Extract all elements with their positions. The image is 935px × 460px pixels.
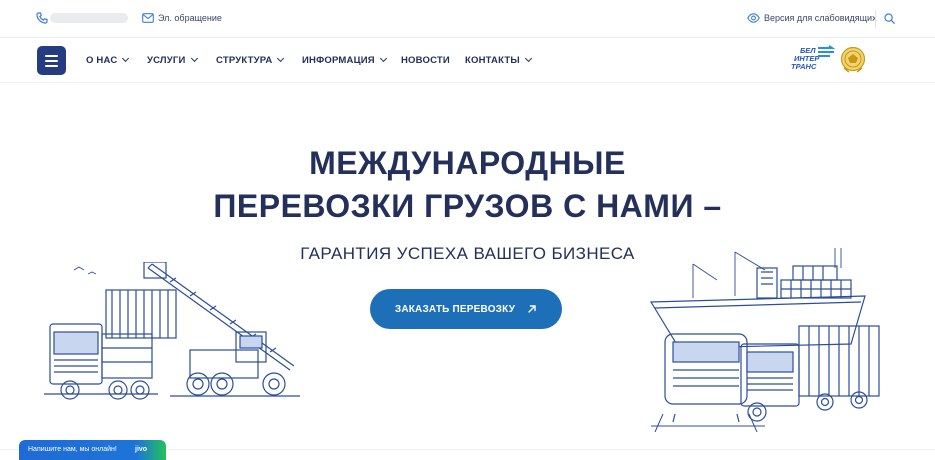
eye-icon [747,13,760,23]
top-bar: Эл. обращение Версия для слабовидящих [0,0,935,38]
email-appeal-link[interactable]: Эл. обращение [158,13,222,23]
nav-item-news[interactable]: НОВОСТИ [401,55,450,66]
online-chat-widget[interactable]: Напишите нам, мы онлайн! jivo [19,440,166,460]
ship-train-truck-illustration [649,248,880,432]
hero-section: МЕЖДУНАРОДНЫЕ ПЕРЕВОЗКИ ГРУЗОВ С НАМИ – … [0,84,935,450]
logo-arrows-icon [818,45,836,57]
main-navigation: О НАС УСЛУГИ СТРУКТУРА ИНФОРМАЦИЯ НОВОСТ… [0,38,935,83]
truck-crane-illustration [44,262,300,400]
nav-item-about[interactable]: О НАС [86,54,130,66]
nav-item-label: О НАС [86,55,118,66]
hero-title-line2: ПЕРЕВОЗКИ ГРУЗОВ С НАМИ – [213,188,722,224]
chevron-down-icon [277,54,285,63]
burger-menu-button[interactable] [37,46,66,75]
phone-number[interactable] [50,13,128,23]
nav-item-label: ИНФОРМАЦИЯ [302,55,375,66]
divider [875,10,876,28]
chat-label: Напишите нам, мы онлайн! [28,446,117,453]
cta-label: ЗАКАЗАТЬ ПЕРЕВОЗКУ [394,303,516,315]
nav-item-label: УСЛУГИ [147,55,186,66]
chevron-down-icon [524,54,532,63]
phone-icon[interactable] [36,12,48,24]
chat-brand-logo: jivo [135,446,148,453]
nav-item-information[interactable]: ИНФОРМАЦИЯ [302,54,387,66]
nav-item-contacts[interactable]: КОНТАКТЫ [465,54,532,66]
search-icon[interactable] [884,13,895,24]
nav-item-services[interactable]: УСЛУГИ [147,54,198,66]
visually-impaired-version-link[interactable]: Версия для слабовидящих [764,13,877,23]
chevron-down-icon [190,54,198,63]
nav-item-label: КОНТАКТЫ [465,55,520,66]
chevron-down-icon [122,54,130,63]
chevron-down-icon [379,54,387,63]
order-shipping-button[interactable]: ЗАКАЗАТЬ ПЕРЕВОЗКУ [370,289,562,329]
mail-icon [142,13,154,23]
quality-award-badge-icon [840,46,866,73]
logo-line: ТРАНС [791,62,817,71]
hero-title-line1: МЕЖДУНАРОДНЫЕ [309,145,626,181]
belintertrans-logo[interactable]: БЕЛ ИНТЕР ТРАНС [790,45,836,75]
nav-item-structure[interactable]: СТРУКТУРА [216,54,285,66]
nav-item-label: НОВОСТИ [401,55,450,66]
arrow-up-right-icon [528,305,536,313]
nav-item-label: СТРУКТУРА [216,55,273,66]
